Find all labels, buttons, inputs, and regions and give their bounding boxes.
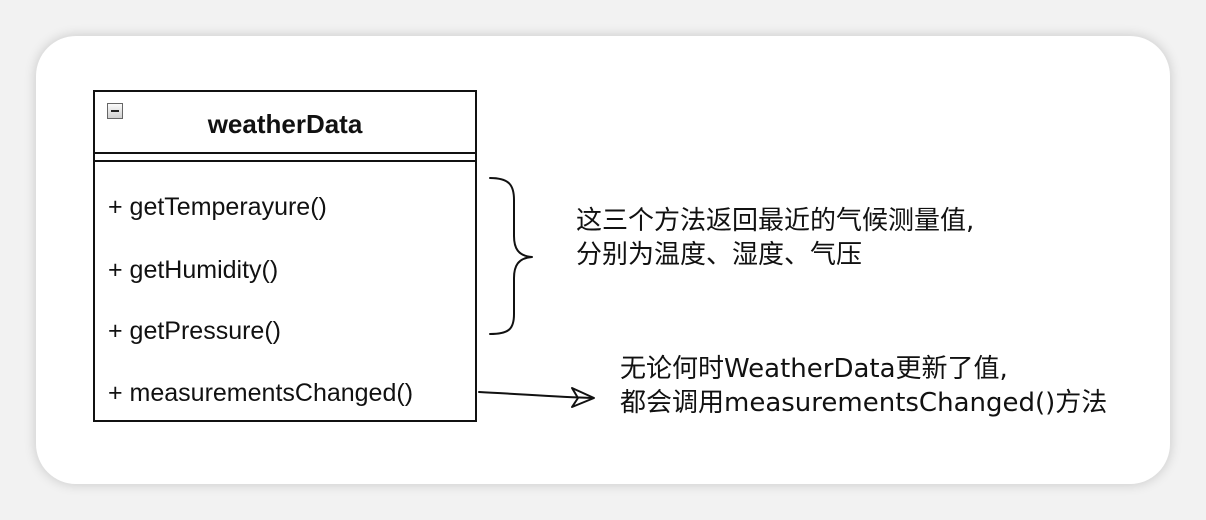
note-getters: 这三个方法返回最近的气候测量值, 分别为温度、湿度、气压 (576, 204, 974, 272)
method-get-humidity: + getHumidity() (108, 256, 279, 284)
method-get-temperature: + getTemperayure() (108, 193, 327, 221)
note-getters-line-1: 这三个方法返回最近的气候测量值, (576, 206, 975, 236)
class-name: weatherData (207, 109, 363, 139)
uml-class-box[interactable]: weatherData + getTemperayure() + getHumi… (93, 90, 477, 422)
note-measurements-line-2: 都会调用measurementsChanged()方法 (620, 388, 1108, 418)
method-get-pressure: + getPressure() (108, 317, 281, 345)
note-getters-line-2: 分别为温度、湿度、气压 (576, 240, 863, 270)
attributes-compartment (95, 160, 475, 162)
method-measurements-changed: + measurementsChanged() (108, 379, 414, 407)
note-measurements-line-1: 无论何时WeatherData更新了值, (620, 354, 1008, 384)
note-measurements-changed: 无论何时WeatherData更新了值, 都会调用measurementsCha… (620, 352, 1107, 420)
uml-class-header: weatherData (95, 92, 475, 154)
